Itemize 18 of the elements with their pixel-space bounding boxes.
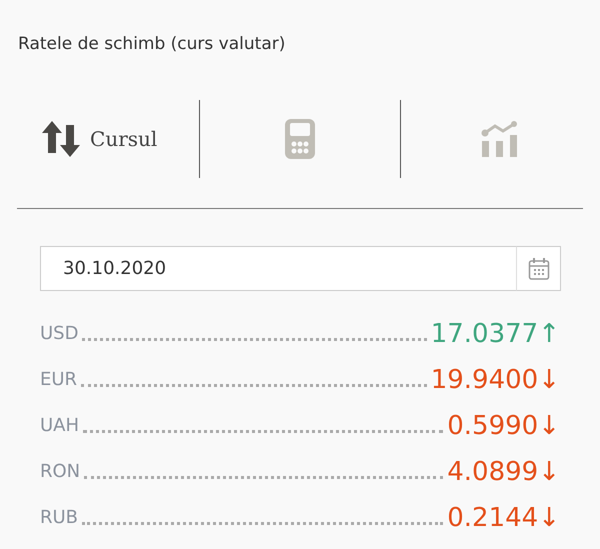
up-down-arrows-icon xyxy=(42,121,80,157)
exchange-rate: 4.0899↓ xyxy=(447,459,560,487)
calculator-icon xyxy=(284,119,315,159)
exchange-rate: 19.9400↓ xyxy=(430,367,560,395)
currency-code: EUR xyxy=(40,371,78,392)
currency-code: RUB xyxy=(40,509,78,530)
heading: Ratele de schimb (curs valutar) xyxy=(17,33,286,56)
chart-icon xyxy=(481,121,520,157)
calendar-icon xyxy=(528,256,550,280)
exchange-rate: 0.5990↓ xyxy=(447,413,560,441)
tab[interactable]: Cursul xyxy=(0,100,200,178)
exchange-rate: 0.2144↓ xyxy=(447,505,560,533)
currency-code: UAH xyxy=(40,417,80,438)
currency-code: USD xyxy=(40,325,78,346)
calendar-button[interactable] xyxy=(516,246,561,291)
exchange-rate: 17.0377↑ xyxy=(430,321,560,349)
date-field[interactable]: 30.10.2020 xyxy=(40,246,516,291)
currency-code: RON xyxy=(40,463,80,484)
